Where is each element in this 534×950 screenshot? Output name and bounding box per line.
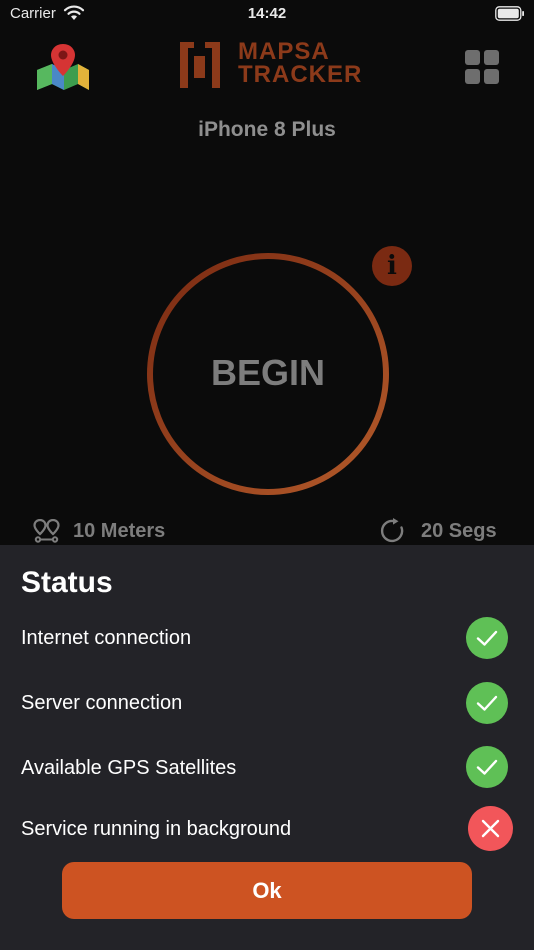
battery-icon xyxy=(495,6,524,21)
logo-line-1: MAPSA xyxy=(238,38,330,65)
status-internet-label: Internet connection xyxy=(21,627,192,649)
status-server-label: Server connection xyxy=(21,692,183,714)
internet-check-icon xyxy=(466,617,508,659)
info-button[interactable]: i xyxy=(372,246,412,286)
logo-line-2: TRACKER xyxy=(238,61,363,88)
logo-mark-icon xyxy=(180,42,220,88)
background-error-icon xyxy=(468,806,513,851)
interval-value: 20 Segs xyxy=(421,520,497,542)
status-gps-label: Available GPS Satellites xyxy=(21,757,237,779)
server-check-icon xyxy=(466,682,508,724)
distance-pins-icon xyxy=(33,519,60,543)
status-title: Status xyxy=(21,566,113,599)
grid-menu-icon[interactable] xyxy=(465,50,499,84)
map-location-icon[interactable] xyxy=(34,42,92,92)
begin-label[interactable]: BEGIN xyxy=(146,352,390,394)
ok-button[interactable]: Ok xyxy=(62,862,472,919)
logo-text: MAPSA TRACKER xyxy=(238,38,363,88)
distance-value: 10 Meters xyxy=(73,520,166,542)
device-name: iPhone 8 Plus xyxy=(198,118,336,141)
clock: 14:42 xyxy=(247,5,287,22)
gps-check-icon xyxy=(466,746,508,788)
status-bar: Carrier 14:42 xyxy=(0,0,534,28)
status-background-label: Service running in background xyxy=(21,818,292,840)
refresh-interval-icon xyxy=(380,518,404,543)
